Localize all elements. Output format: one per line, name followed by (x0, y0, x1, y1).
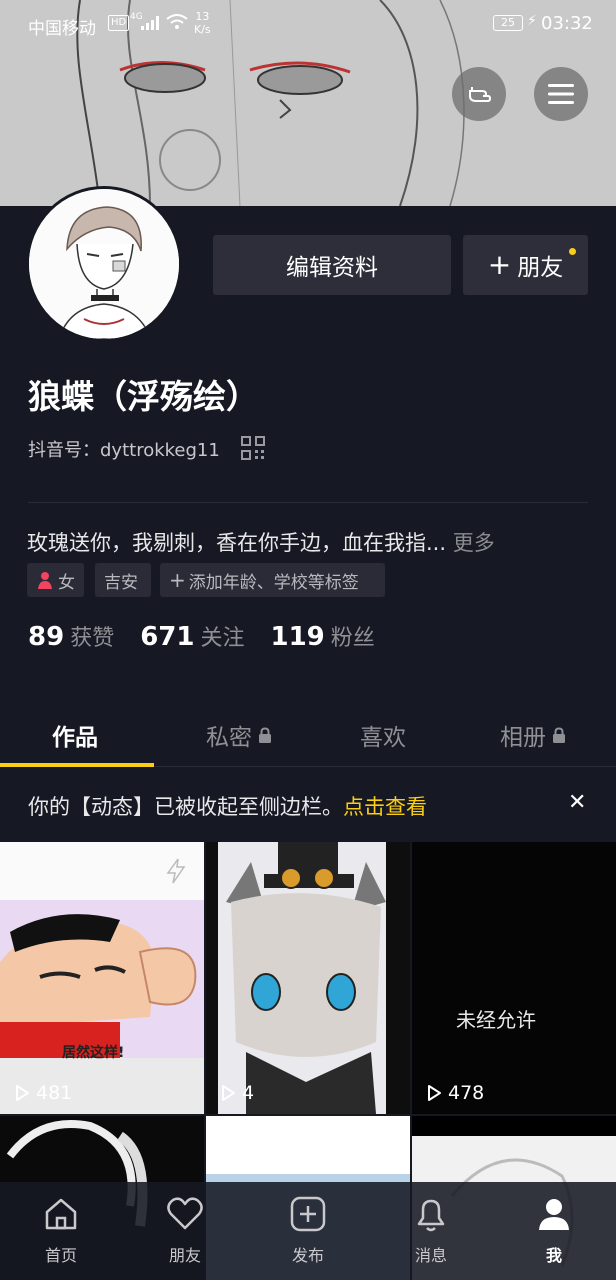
avatar-illustration (29, 189, 179, 339)
following-count: 671 (140, 622, 195, 652)
play-count-value: 481 (36, 1082, 73, 1104)
lock-icon (553, 727, 565, 743)
user-icon (539, 1199, 569, 1230)
douyin-id[interactable]: 抖音号：dyttrokkeg11 (28, 436, 220, 462)
active-tab-indicator (0, 763, 154, 767)
bottom-navigation: 首页 朋友 发布 消息 我 (0, 1182, 616, 1280)
anime-thumbnail-image (206, 842, 410, 1114)
video-caption: 居然这样! (62, 1045, 125, 1061)
add-tags-button[interactable]: + 添加年龄、学校等标签 (160, 563, 385, 597)
close-icon[interactable]: ✕ (568, 790, 586, 815)
clock: 03:32 (541, 13, 593, 34)
notice-view-link[interactable]: 点击查看 (343, 795, 427, 819)
play-icon (428, 1085, 441, 1101)
network-speed-value: 13 (195, 10, 210, 23)
divider (28, 502, 588, 503)
followers-label: 粉丝 (330, 626, 375, 651)
edit-profile-button[interactable]: 编辑资料 (213, 235, 451, 295)
network-speed: 13 K/s (194, 10, 211, 36)
menu-button[interactable] (534, 67, 588, 121)
notice-text-wrap: 你的【动态】已被收起至侧边栏。点击查看 (28, 791, 427, 821)
following-label: 关注 (200, 626, 245, 651)
nav-publish[interactable]: 发布 (268, 1194, 348, 1266)
profile-stats: 89 获赞 671 关注 119 粉丝 (28, 620, 401, 652)
status-bar: 中国移动 HD 4G 13 K/s 25 ⚡ 03:32 (0, 0, 616, 48)
tab-album-label: 相册 (500, 725, 546, 751)
network-speed-unit: K/s (194, 23, 211, 36)
nav-friends[interactable]: 朋友 (145, 1194, 225, 1266)
city-label: 吉安 (104, 572, 138, 593)
gender-label: 女 (58, 572, 75, 593)
home-icon (45, 1198, 77, 1230)
followers-stat[interactable]: 119 粉丝 (271, 620, 375, 652)
tab-private[interactable]: 私密 (206, 718, 272, 752)
nav-me-label: 我 (545, 1246, 562, 1265)
nav-home-label: 首页 (44, 1246, 77, 1265)
lightning-icon (166, 858, 186, 884)
add-friend-label: 朋友 (517, 255, 564, 281)
add-friend-button[interactable]: + 朋友 (463, 235, 588, 295)
video-thumbnail[interactable]: 未经允许 478 (412, 842, 616, 1114)
tab-private-label: 私密 (206, 725, 252, 751)
gesture-button[interactable] (452, 67, 506, 121)
content-tabs: 作品 私密 喜欢 相册 (0, 700, 616, 767)
hd-badge: HD (108, 15, 130, 31)
video-thumbnail[interactable]: 居然这样! 481 (0, 842, 204, 1114)
qr-code-icon[interactable] (241, 436, 265, 460)
play-count: 481 (12, 1082, 72, 1104)
play-count: 4 (218, 1082, 254, 1104)
bio[interactable]: 玫瑰送你，我剔刺，香在你手边，血在我指... 更多 (27, 527, 495, 557)
add-post-icon (290, 1196, 326, 1232)
menu-icon (548, 84, 574, 104)
bio-more-link[interactable]: 更多 (453, 531, 495, 555)
tab-works[interactable]: 作品 (52, 718, 98, 752)
likes-stat[interactable]: 89 获赞 (28, 620, 114, 652)
video-thumbnail[interactable]: 4 (206, 842, 410, 1114)
plus-icon: + (487, 248, 512, 281)
gender-tag: 女 (27, 563, 84, 597)
likes-count: 89 (28, 622, 65, 652)
notice-text: 你的【动态】已被收起至侧边栏。 (28, 795, 343, 819)
nav-publish-label: 发布 (291, 1246, 324, 1265)
plus-icon: + (169, 568, 186, 592)
battery-indicator: 25 (493, 15, 523, 31)
nickname: 狼蝶（浮殇绘） (28, 377, 259, 416)
play-count: 478 (424, 1082, 484, 1104)
collapsed-feed-notice: 你的【动态】已被收起至侧边栏。点击查看 ✕ (0, 768, 616, 842)
nav-friends-label: 朋友 (168, 1246, 201, 1265)
carrier-name: 中国移动 (28, 19, 96, 39)
play-icon (222, 1085, 235, 1101)
following-stat[interactable]: 671 关注 (140, 620, 244, 652)
tab-album[interactable]: 相册 (500, 718, 566, 752)
nav-me[interactable]: 我 (514, 1194, 594, 1266)
lock-icon (259, 727, 271, 743)
play-icon (16, 1085, 29, 1101)
tab-works-label: 作品 (52, 725, 98, 751)
followers-count: 119 (270, 622, 325, 652)
heart-icon (167, 1197, 203, 1230)
hand-pointer-icon (469, 87, 492, 102)
nav-messages[interactable]: 消息 (391, 1194, 471, 1266)
bell-icon (417, 1199, 445, 1232)
city-tag: 吉安 (95, 563, 151, 597)
tab-likes-label: 喜欢 (360, 725, 406, 751)
add-tags-label: 添加年龄、学校等标签 (188, 572, 359, 593)
wifi-icon (166, 14, 188, 29)
nav-messages-label: 消息 (414, 1246, 447, 1265)
likes-label: 获赞 (70, 626, 115, 651)
play-count-value: 478 (448, 1082, 485, 1104)
signal-icon (141, 16, 159, 30)
video-caption: 未经允许 (456, 1008, 536, 1032)
notification-dot (569, 248, 576, 255)
nav-home[interactable]: 首页 (21, 1194, 101, 1266)
charging-icon: ⚡ (527, 13, 537, 29)
tab-likes[interactable]: 喜欢 (360, 718, 406, 752)
bio-text: 玫瑰送你，我剔刺，香在你手边，血在我指... (27, 531, 447, 555)
female-user-icon (38, 572, 52, 589)
avatar[interactable] (26, 186, 182, 342)
play-count-value: 4 (242, 1082, 255, 1104)
